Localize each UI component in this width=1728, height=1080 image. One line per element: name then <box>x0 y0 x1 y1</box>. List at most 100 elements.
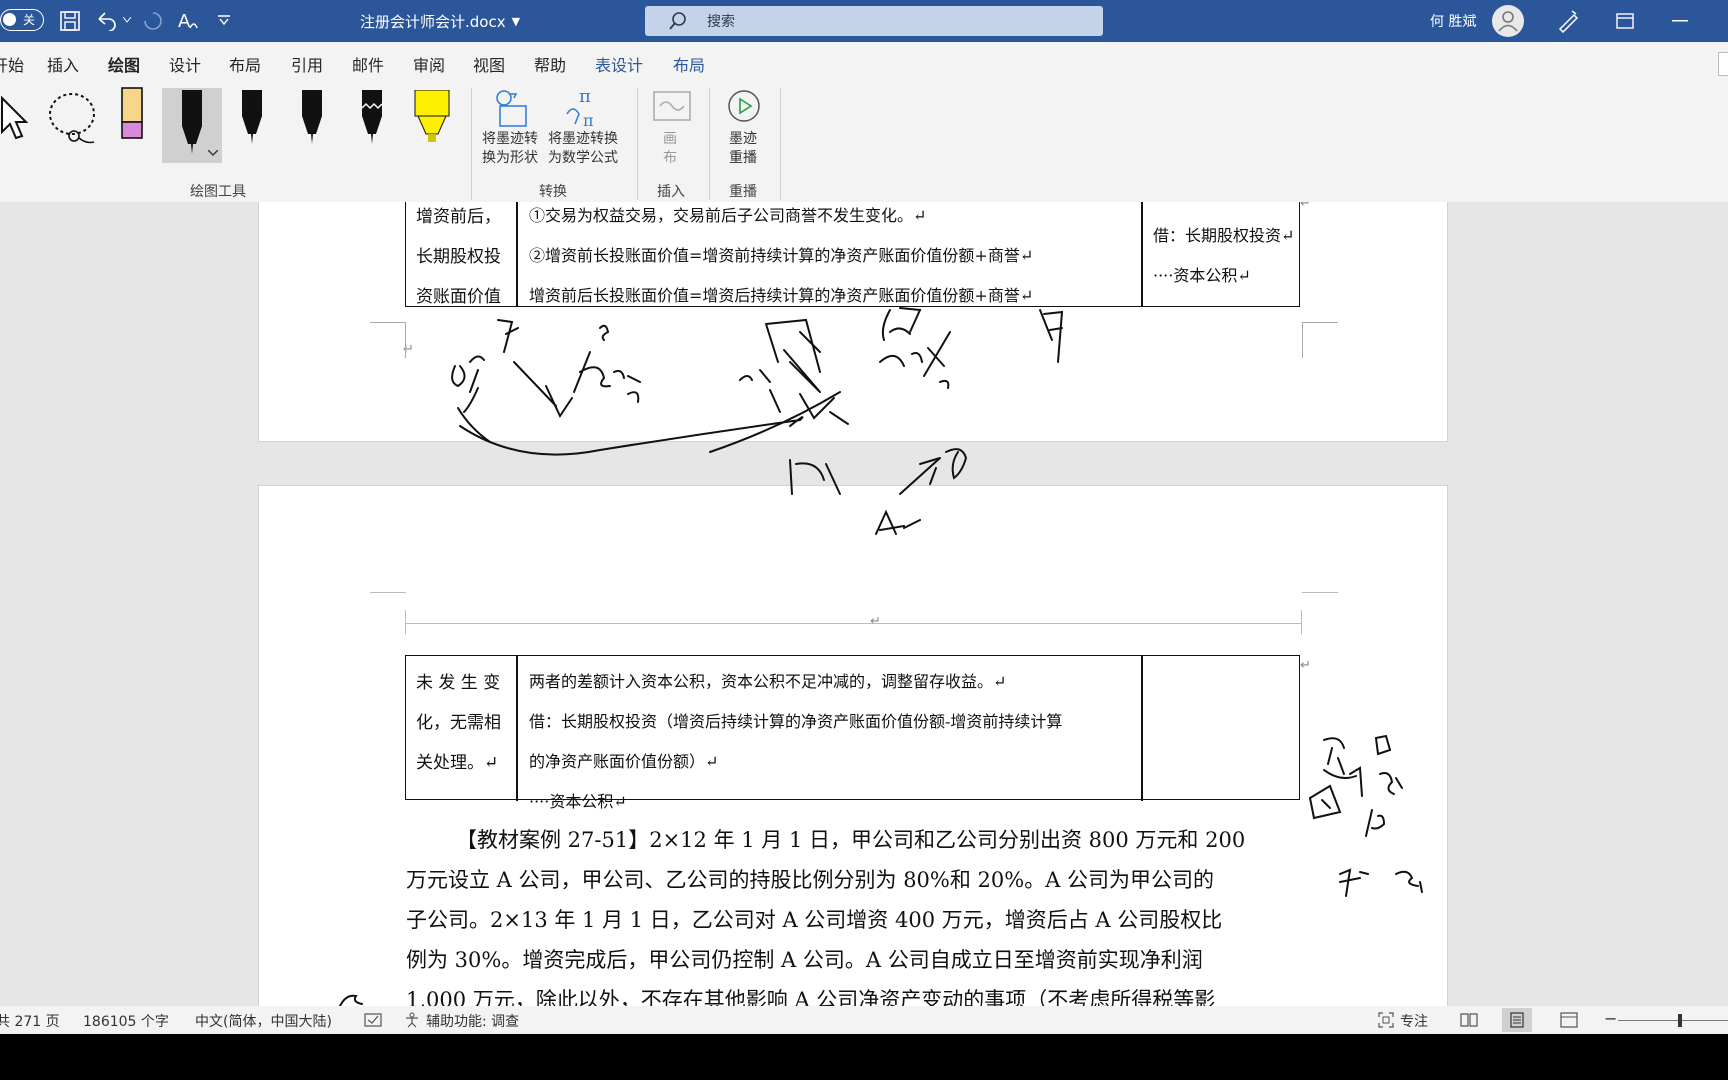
user-name[interactable]: 何 胜斌 <box>1430 0 1476 42</box>
label-line-1: 将墨迹转 <box>482 131 538 147</box>
pen-3-icon[interactable] <box>298 90 326 156</box>
chevron-down-icon[interactable] <box>123 17 131 23</box>
group-label-convert: 转换 <box>539 184 567 200</box>
accessibility-icon[interactable] <box>404 1012 420 1028</box>
status-bar: 共 271 页 186105 个字 中文(简体，中国大陆) 辅助功能: 调查 专… <box>0 1006 1728 1034</box>
proofing-icon[interactable] <box>364 1013 382 1027</box>
ribbon-side-button[interactable] <box>1718 52 1728 76</box>
ink-stroke <box>875 509 921 535</box>
highlighter-icon[interactable] <box>414 90 450 156</box>
page-count[interactable]: 共 271 页 <box>0 1011 60 1031</box>
minimize-icon[interactable] <box>1672 20 1688 22</box>
ink-stroke <box>1349 766 1403 797</box>
ink-stroke <box>879 331 951 389</box>
group-label-replay: 重播 <box>729 184 757 200</box>
zoom-slider-thumb[interactable] <box>1678 1014 1682 1027</box>
font-icon[interactable]: A <box>177 10 199 32</box>
ink-stroke <box>799 393 849 425</box>
ink-replay-icon[interactable] <box>726 88 762 124</box>
redo-icon[interactable] <box>142 11 164 31</box>
read-mode-icon[interactable] <box>1460 1012 1478 1028</box>
customize-qat-icon[interactable] <box>218 15 230 25</box>
ink-replay-button[interactable]: 墨迹 重播 <box>729 130 757 168</box>
pen-black-icon <box>182 90 202 154</box>
ink-stroke <box>789 459 841 495</box>
ink-to-shape-button[interactable]: 将墨迹转 换为形状 <box>482 130 538 168</box>
label-line-2: 为数学公式 <box>548 150 618 166</box>
pen-settings-icon[interactable] <box>1556 9 1580 33</box>
pencil-icon[interactable] <box>358 90 386 156</box>
tab-table-layout[interactable]: 布局 <box>673 52 705 76</box>
ribbon-separator <box>709 88 710 200</box>
ribbon-display-icon[interactable] <box>1616 13 1634 29</box>
tab-draw[interactable]: 绘图 <box>108 52 141 83</box>
document-canvas[interactable]: 增资前后， 长期股权投 资账面价值 ①交易为权益交易，交易前后子公司商誉不发生变… <box>0 202 1728 1006</box>
tab-view[interactable]: 视图 <box>473 52 505 76</box>
tab-mailings[interactable]: 邮件 <box>352 52 384 76</box>
autosave-label: 关 <box>23 13 36 27</box>
pen-black-selected[interactable] <box>162 88 222 163</box>
doc-title-text: 注册会计师会计.docx <box>360 12 506 31</box>
ink-to-math-button[interactable]: 将墨迹转换为数学公式 <box>548 130 618 168</box>
tab-review[interactable]: 审阅 <box>413 52 445 76</box>
ink-stroke <box>1039 309 1064 363</box>
focus-icon[interactable] <box>1378 1012 1394 1028</box>
zoom-slider[interactable] <box>1618 1020 1728 1021</box>
ribbon-tabs: 开始 插入 绘图 设计 布局 引用 邮件 审阅 视图 帮助 表设计 布局 <box>0 42 1728 83</box>
ink-stroke <box>1339 868 1369 897</box>
ribbon-separator <box>780 88 781 200</box>
save-icon[interactable] <box>60 11 80 31</box>
label-line-2: 换为形状 <box>482 150 538 166</box>
web-layout-icon[interactable] <box>1560 1012 1578 1028</box>
avatar[interactable] <box>1492 5 1524 37</box>
focus-label[interactable]: 专注 <box>1400 1011 1428 1031</box>
search-placeholder: 搜索 <box>707 14 735 30</box>
ribbon-draw: 将墨迹转 换为形状 ππ 将墨迹转换 为数学公式 画布 墨迹 重播 绘图工具 转换 插… <box>0 80 1728 203</box>
search-icon <box>669 12 686 30</box>
tab-home[interactable]: 开始 <box>0 52 24 76</box>
toggle-knob <box>3 13 16 26</box>
word-count[interactable]: 186105 个字 <box>83 1011 169 1031</box>
select-cursor-icon[interactable] <box>0 92 32 142</box>
label-line-1: 墨迹 <box>729 131 757 147</box>
title-chevron-icon: ▼ <box>511 14 521 28</box>
ribbon-separator <box>637 88 638 200</box>
svg-text:A: A <box>178 11 191 32</box>
ink-stroke <box>513 361 573 419</box>
label-line-1: 将墨迹转换 <box>548 131 618 147</box>
language-status[interactable]: 中文(简体，中国大陆) <box>195 1011 332 1031</box>
zoom-out-button[interactable]: − <box>1604 1009 1617 1028</box>
drawing-canvas-icon[interactable] <box>652 90 692 124</box>
svg-text:π: π <box>579 86 591 107</box>
ink-stroke <box>1395 870 1423 893</box>
label-line-2: 布 <box>663 150 677 166</box>
eraser-icon[interactable] <box>119 86 145 146</box>
ink-stroke <box>573 351 641 403</box>
drawing-canvas-button[interactable]: 画布 <box>663 130 677 168</box>
ink-stroke <box>881 307 922 341</box>
document-title[interactable]: 注册会计师会计.docx ▼ <box>360 0 520 42</box>
accessibility-status[interactable]: 辅助功能: 调查 <box>426 1011 519 1031</box>
tab-design[interactable]: 设计 <box>169 52 201 76</box>
tab-help[interactable]: 帮助 <box>534 52 566 76</box>
pen-dropdown-icon <box>208 150 218 156</box>
tab-insert[interactable]: 插入 <box>47 52 79 76</box>
bottom-black-area <box>0 1034 1728 1080</box>
ink-stroke <box>1308 784 1342 820</box>
print-layout-button[interactable] <box>1502 1008 1532 1032</box>
label-line-1: 画 <box>663 131 677 147</box>
tab-table-design[interactable]: 表设计 <box>595 52 643 76</box>
ink-stroke <box>497 319 519 353</box>
search-box[interactable]: 搜索 <box>645 6 1103 36</box>
autosave-toggle[interactable]: 关 <box>0 9 44 31</box>
undo-icon[interactable] <box>95 11 117 31</box>
ink-to-shape-icon[interactable] <box>492 88 536 132</box>
ink-to-math-icon[interactable]: ππ <box>565 86 609 130</box>
ink-stroke <box>451 355 485 393</box>
pen-2-icon[interactable] <box>238 90 266 156</box>
ink-annotations[interactable] <box>0 202 1728 1006</box>
tab-references[interactable]: 引用 <box>291 52 323 76</box>
tab-layout[interactable]: 布局 <box>229 52 261 76</box>
lasso-select-icon[interactable] <box>46 90 102 150</box>
ink-stroke <box>1374 734 1392 756</box>
